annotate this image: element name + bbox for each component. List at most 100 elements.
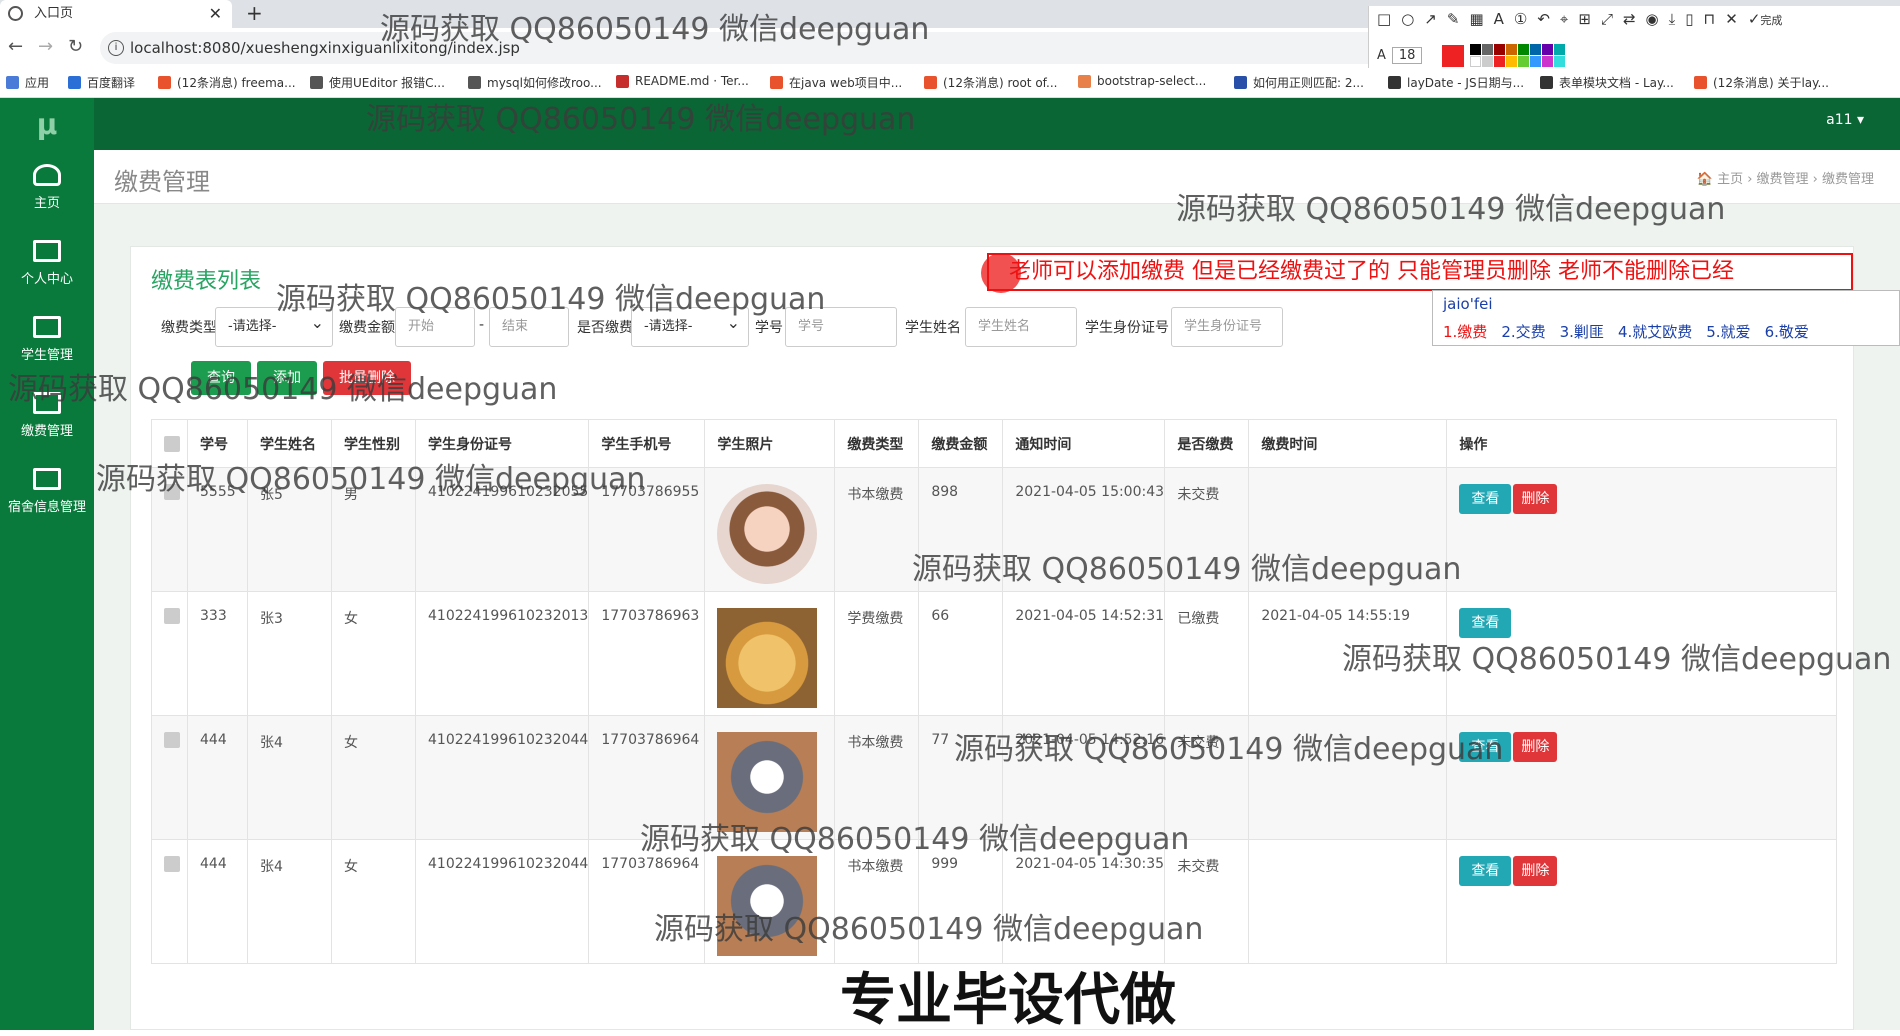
- row-checkbox[interactable]: [164, 856, 180, 872]
- undo-icon[interactable]: ↶: [1537, 10, 1550, 28]
- pin-icon[interactable]: ⌖: [1560, 10, 1568, 28]
- arrow-tool-icon[interactable]: ↗: [1424, 10, 1437, 28]
- cell-gender: 女: [331, 839, 416, 964]
- ime-candidate[interactable]: 2.交费: [1501, 321, 1545, 342]
- col-header: 缴费类型: [834, 419, 920, 468]
- select-all-checkbox[interactable]: [164, 435, 180, 452]
- ime-candidate[interactable]: 1.缴费: [1443, 321, 1487, 342]
- cell-name: 张4: [247, 715, 332, 840]
- cell-amount: 66: [918, 591, 1004, 716]
- user-menu[interactable]: a11 ▾: [1826, 112, 1864, 128]
- bookmark-item[interactable]: 使用UEditor 报错C...: [310, 74, 445, 91]
- row-checkbox[interactable]: [164, 608, 180, 624]
- browser-tab[interactable]: 入口页 ✕: [0, 0, 232, 28]
- text-tool-icon[interactable]: A: [1494, 10, 1504, 28]
- bookmark-item[interactable]: (12条消息) 关于lay...: [1694, 74, 1829, 91]
- cell-name: 张3: [247, 591, 332, 716]
- col-header: 通知时间: [1002, 419, 1166, 468]
- dashboard-icon: [33, 164, 61, 186]
- col-header: 学生照片: [704, 419, 836, 468]
- watermark-large: 专业毕设代做: [840, 968, 1176, 1033]
- reload-icon[interactable]: ↻: [68, 36, 83, 57]
- col-header: 是否缴费: [1164, 419, 1250, 468]
- bookmark-item[interactable]: (12条消息) freema...: [158, 74, 296, 91]
- download-icon[interactable]: ⤓: [1669, 10, 1676, 28]
- ime-candidate[interactable]: 5.就爱: [1706, 321, 1750, 342]
- monitor-icon: [33, 468, 61, 490]
- back-icon[interactable]: ←: [8, 36, 23, 57]
- student-name-input[interactable]: 学生姓名: [965, 307, 1077, 347]
- row-checkbox[interactable]: [164, 732, 180, 748]
- crop-icon[interactable]: ⤢: [1601, 10, 1613, 28]
- forward-icon[interactable]: →: [38, 36, 53, 57]
- number-tool-icon[interactable]: ①: [1514, 10, 1527, 28]
- current-color-swatch[interactable]: [1442, 44, 1465, 67]
- font-size-select[interactable]: 18: [1391, 47, 1423, 64]
- ime-candidate[interactable]: 6.敬爱: [1765, 321, 1809, 342]
- watermark: 源码获取 QQ86050149 微信deepguan: [380, 12, 930, 47]
- ellipse-tool-icon[interactable]: ○: [1401, 10, 1414, 28]
- cell-gender: 女: [331, 715, 416, 840]
- watermark: 源码获取 QQ86050149 微信deepguan: [912, 552, 1462, 587]
- cell-pay-time: [1248, 839, 1448, 964]
- bookmark-item[interactable]: bootstrap-select...: [1078, 74, 1206, 88]
- translate-icon[interactable]: ⇄: [1623, 10, 1636, 28]
- ime-candidate[interactable]: 4.就艾欧费: [1618, 321, 1692, 342]
- cell-student-no: 333: [187, 591, 248, 716]
- ime-candidate[interactable]: 3.剿匪: [1560, 321, 1604, 342]
- delete-button[interactable]: 删除: [1513, 856, 1558, 886]
- bookmark-item[interactable]: mysql如何修改roo...: [468, 74, 602, 91]
- cell-student-no: 444: [187, 715, 248, 840]
- sidebar-item-profile[interactable]: 个人中心: [0, 232, 94, 302]
- color-palette[interactable]: [1470, 44, 1566, 67]
- panel-title: 缴费表列表: [151, 269, 262, 294]
- record-icon[interactable]: ◉: [1646, 10, 1659, 28]
- bookmark-item[interactable]: 在java web项目中...: [770, 74, 902, 91]
- app-logo: μ: [36, 108, 58, 141]
- cell-notice-time: 2021-04-05 14:52:31: [1002, 591, 1166, 716]
- sidebar-item-dorm[interactable]: 宿舍信息管理: [0, 460, 94, 530]
- pen-tool-icon[interactable]: ✎: [1447, 10, 1460, 28]
- amount-label: 缴费金额: [339, 320, 395, 336]
- view-button[interactable]: 查看: [1459, 856, 1512, 886]
- student-photo: [717, 484, 818, 584]
- sidebar-item-home[interactable]: 主页: [0, 156, 94, 226]
- cell-phone: 17703786963: [588, 591, 706, 716]
- bookmark-item[interactable]: 如何用正则匹配: 2...: [1234, 74, 1364, 91]
- annotation-note: 老师可以添加缴费 但是已经缴费过了的 只能管理员删除 老师不能删除已经: [987, 253, 1853, 291]
- done-button[interactable]: ✓完成: [1748, 10, 1783, 28]
- rectangle-tool-icon[interactable]: □: [1377, 10, 1391, 28]
- watermark: 源码获取 QQ86050149 微信deepguan: [366, 102, 916, 137]
- mosaic-tool-icon[interactable]: ▦: [1469, 10, 1483, 28]
- col-header: 缴费金额: [918, 419, 1004, 468]
- bookmark-item[interactable]: 百度翻译: [68, 74, 135, 91]
- watermark: 源码获取 QQ86050149 微信deepguan: [640, 822, 1190, 857]
- bookmark-item[interactable]: README.md · Ter...: [616, 74, 749, 88]
- delete-button[interactable]: 删除: [1513, 732, 1558, 762]
- bookmark-item[interactable]: 应用: [6, 74, 49, 91]
- view-button[interactable]: 查看: [1459, 484, 1512, 514]
- bookmark-item[interactable]: 表单模块文档 - Lay...: [1540, 74, 1674, 91]
- close-tab-icon[interactable]: ✕: [209, 0, 222, 28]
- watermark: 源码获取 QQ86050149 微信deepguan: [96, 462, 646, 497]
- watermark: 源码获取 QQ86050149 微信deepguan: [8, 372, 558, 407]
- id-card-input[interactable]: 学生身份证号: [1171, 307, 1283, 347]
- new-tab-button[interactable]: +: [246, 0, 263, 26]
- bookmark-item[interactable]: (12条消息) root of...: [924, 74, 1057, 91]
- fee-type-label: 缴费类型: [161, 320, 217, 336]
- cancel-icon[interactable]: ✕: [1725, 10, 1738, 28]
- delete-button[interactable]: 删除: [1513, 484, 1558, 514]
- monitor-icon: [33, 240, 61, 262]
- cell-gender: 女: [331, 591, 416, 716]
- watermark: 源码获取 QQ86050149 微信deepguan: [276, 282, 826, 317]
- ocr-icon[interactable]: ⊞: [1578, 10, 1591, 28]
- ime-pinyin: jaio'fei: [1443, 295, 1493, 313]
- font-size-icon: A: [1377, 48, 1386, 63]
- bookmark-item[interactable]: layDate - JS日期与...: [1388, 74, 1524, 91]
- globe-icon: [8, 6, 23, 21]
- bookmark-icon[interactable]: ⊓: [1704, 10, 1716, 28]
- ime-candidate-window: jaio'fei 1.缴费 2.交费 3.剿匪 4.就艾欧费 5.就爱 6.敬爱: [1432, 290, 1900, 346]
- watermark: 源码获取 QQ86050149 微信deepguan: [1176, 192, 1726, 227]
- phone-icon[interactable]: ▯: [1685, 10, 1693, 28]
- info-icon[interactable]: i: [108, 40, 124, 56]
